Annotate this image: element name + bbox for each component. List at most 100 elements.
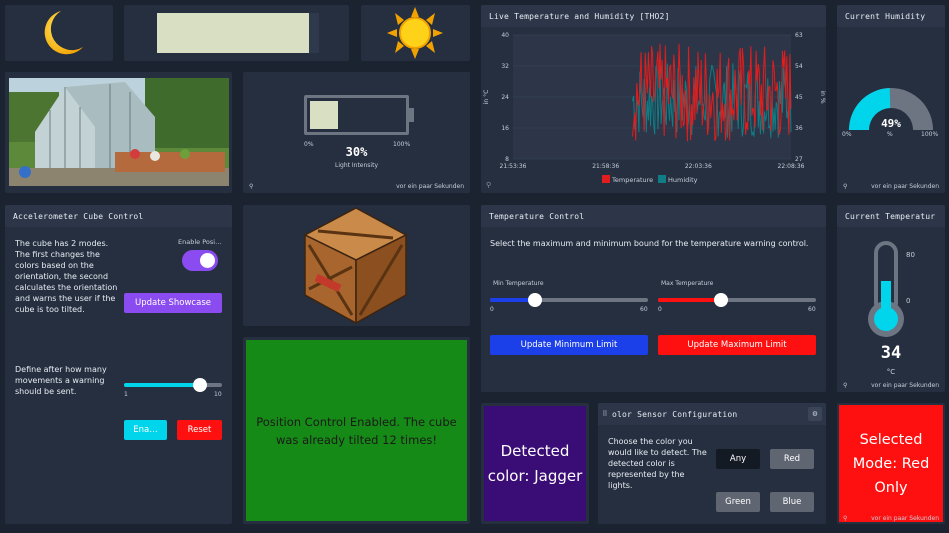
greenhouse-photo [9, 78, 229, 186]
position-status-text: Position Control Enabled. The cube was a… [256, 414, 457, 447]
chart-xtick: 22:03:36 [685, 163, 712, 170]
light-label: Light Intensity [335, 162, 378, 169]
color-red-button[interactable]: Red [770, 449, 814, 469]
chart-ytick-right: 45 [795, 94, 803, 101]
pin-icon: ⚲ [843, 382, 848, 389]
humidity-title: Current Humidity [837, 5, 945, 27]
light-intensity-fill [310, 101, 338, 129]
chart-ytick-left: 8 [505, 156, 509, 163]
color-sensor-widget: ⠿ olor Sensor Configuration ⚙ Choose the… [598, 403, 826, 524]
chart-ytick-right: 54 [795, 63, 803, 70]
accelerometer-widget: Accelerometer Cube Control The cube has … [5, 205, 232, 524]
max-scale-high: 60 [808, 306, 816, 313]
warning-count-slider[interactable] [124, 378, 222, 392]
humidity-max: 100% [921, 131, 939, 138]
light-status-bar [157, 13, 309, 53]
min-scale-high: 60 [640, 306, 648, 313]
chart-ylabel-left: in °C [483, 90, 490, 105]
chart-xtick: 21:58:36 [592, 163, 619, 170]
accelerometer-title: Accelerometer Cube Control [5, 205, 232, 227]
current-temperature-widget: Current Temperatur 80 0 34 °C ⚲ vor ein p… [837, 205, 945, 392]
update-maximum-button[interactable]: Update Maximum Limit [658, 335, 816, 355]
moon-icon [44, 11, 83, 55]
color-green-button[interactable]: Green [716, 492, 760, 512]
max-temperature-label: Max Temperature [661, 280, 714, 287]
min-temperature-label: Min Temperature [493, 280, 544, 287]
pin-icon: ⚲ [843, 183, 848, 190]
chart-ylabel-right: in % [819, 90, 826, 103]
temperature-value: 34 [880, 343, 902, 363]
sun-icon [387, 7, 443, 59]
temperature-control-widget: Temperature Control Select the maximum a… [481, 205, 826, 392]
humidity-timestamp: vor ein paar Sekunden [871, 183, 939, 190]
selected-mode-text: Selected Mode: Red Only [852, 431, 930, 496]
color-blue-button[interactable]: Blue [770, 492, 814, 512]
drag-handle-icon[interactable]: ⠿ [598, 410, 612, 418]
pin-icon: ⚲ [843, 515, 848, 522]
temperature-control-title: Temperature Control [481, 205, 826, 227]
enable-position-toggle[interactable] [182, 250, 218, 271]
light-value: 30% [345, 145, 368, 159]
chart-ytick-right: 63 [795, 32, 803, 39]
reset-button[interactable]: Reset [177, 420, 222, 440]
humidity-min: 0% [842, 131, 852, 138]
min-temperature-slider[interactable] [490, 293, 648, 307]
max-temperature-slider[interactable] [658, 293, 816, 307]
chart-xtick: 22:08:36 [778, 163, 805, 170]
color-sensor-title: olor Sensor Configuration [612, 409, 738, 419]
legend-humidity-label: Humidity [668, 176, 698, 184]
accelerometer-description: The cube has 2 modes. The first changes … [15, 239, 118, 314]
slider-min: 1 [124, 391, 128, 398]
min-slider-knob[interactable] [527, 293, 542, 307]
detected-color-widget: Detected color: Jagger [481, 403, 589, 524]
humidity-value: 49% [881, 117, 901, 130]
position-status-widget: Position Control Enabled. The cube was a… [243, 337, 470, 524]
live-chart-title: Live Temperature and Humidity [THO2] [481, 5, 826, 27]
min-scale-low: 0 [490, 306, 494, 313]
chart-ytick-right: 27 [795, 156, 803, 163]
live-chart-widget: Live Temperature and Humidity [THO2] 8 27… [481, 5, 826, 193]
legend-temperature-label: Temperature [611, 176, 653, 184]
detected-color-text: Detected color: Jagger [487, 441, 583, 485]
crate-icon [303, 207, 408, 325]
chart-xtick: 21:53:36 [500, 163, 527, 170]
max-slider-knob[interactable] [714, 293, 729, 307]
current-temperature-title: Current Temperatur [837, 205, 945, 227]
color-any-button[interactable]: Any [716, 449, 760, 469]
color-sensor-description: Choose the color you would like to detec… [608, 437, 707, 490]
slider-knob[interactable] [193, 378, 208, 392]
greenhouse-widget [5, 72, 232, 193]
sun-widget [361, 5, 470, 61]
chart-ytick-right: 36 [795, 125, 803, 132]
battery-icon [304, 95, 409, 135]
temperature-control-description: Select the maximum and minimum bound for… [490, 239, 809, 248]
light-status-widget [124, 5, 349, 61]
update-showcase-button[interactable]: Update Showcase [124, 293, 222, 313]
max-scale-low: 0 [658, 306, 662, 313]
enable-button[interactable]: Ena… [124, 420, 167, 440]
slider-max: 10 [214, 391, 222, 398]
moon-widget [5, 5, 113, 61]
thermometer-scale-mid: 0 [906, 297, 911, 305]
temperature-timestamp: vor ein paar Sekunden [871, 382, 939, 389]
chart-ytick-left: 24 [501, 94, 509, 101]
humidity-widget: Current Humidity 49% 0% % 100% ⚲ vor ein … [837, 5, 945, 193]
pin-icon: ⚲ [249, 183, 254, 190]
legend-temperature-swatch [602, 175, 610, 183]
pin-icon: ⚲ [486, 181, 492, 189]
live-chart: 8 27 16 36 24 45 32 54 40 63 21:53:36 21:58:36 22:03… [483, 32, 826, 184]
toggle-label: Enable Posi… [178, 238, 222, 246]
crate-widget [243, 205, 470, 326]
thermometer-scale-top: 80 [906, 251, 915, 259]
humidity-unit: % [887, 131, 893, 138]
selected-mode-timestamp: vor ein paar Sekunden [871, 515, 939, 522]
light-intensity-widget: 0% 100% 30% Light Intensity ⚲ vor ein paa… [243, 72, 470, 193]
update-minimum-button[interactable]: Update Minimum Limit [490, 335, 648, 355]
selected-mode-widget: Selected Mode: Red Only ⚲ vor ein paar Se… [837, 403, 945, 524]
warning-description: Define after how many movements a warnin… [15, 365, 107, 396]
chart-ytick-left: 40 [501, 32, 509, 39]
light-timestamp: vor ein paar Sekunden [396, 183, 464, 190]
gear-icon[interactable]: ⚙ [808, 407, 822, 421]
chart-ytick-left: 16 [501, 125, 509, 132]
thermometer-icon [868, 241, 904, 337]
